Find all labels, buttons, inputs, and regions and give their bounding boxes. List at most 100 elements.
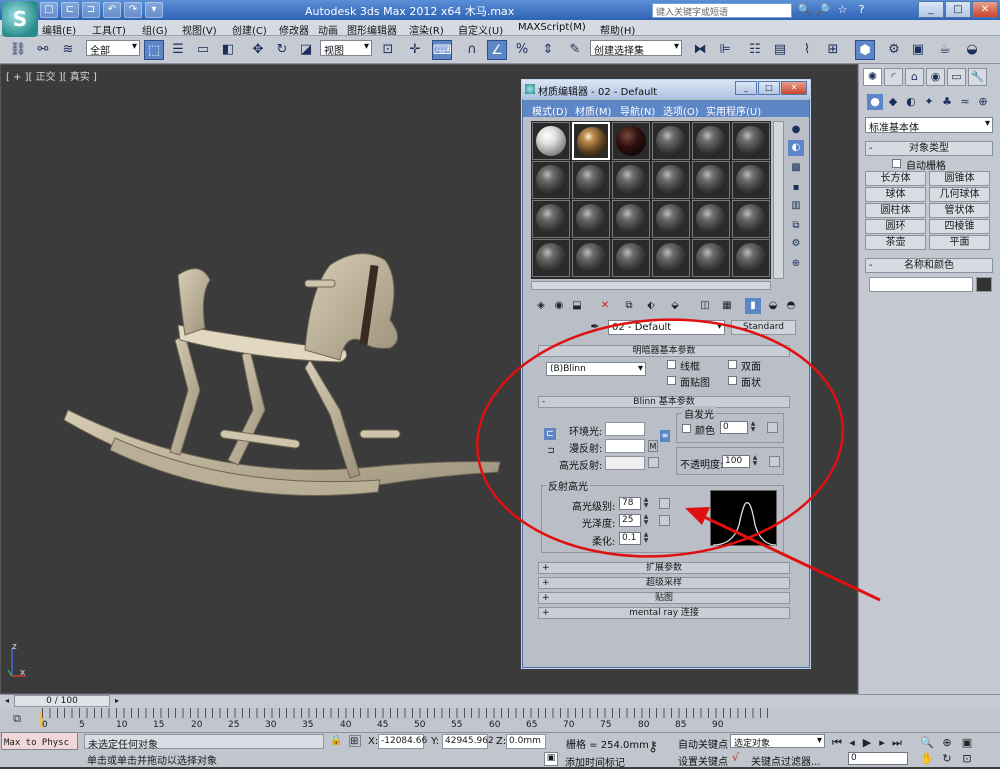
make-preview-icon[interactable]: ⧉ (788, 218, 804, 234)
cylinder-button[interactable]: 圆柱体 (865, 203, 926, 218)
percent-snap-icon[interactable]: % (512, 40, 532, 60)
reference-coord-dropdown[interactable]: 视图 (320, 40, 372, 57)
select-by-name-icon[interactable]: ☰ (168, 40, 188, 60)
time-tag-icon[interactable]: ▣ (544, 752, 558, 766)
geometry-icon[interactable]: ● (867, 94, 883, 110)
sample-slot[interactable] (612, 200, 650, 238)
auto-key-button[interactable]: 自动关键点 (678, 736, 728, 751)
render-setup-icon[interactable]: ⚙ (884, 40, 904, 60)
sample-slot[interactable] (532, 239, 570, 277)
z-coord-field[interactable]: 0.0mm (506, 734, 546, 749)
pan-icon[interactable]: ✋ (918, 751, 936, 767)
helpers-icon[interactable]: ♣ (939, 94, 955, 110)
y-coord-field[interactable]: 42945.962 (442, 734, 494, 749)
menu-customize[interactable]: 自定义(U) (458, 22, 503, 37)
edit-named-selection-icon[interactable]: ✎ (565, 40, 585, 60)
spinner-snap-icon[interactable]: ⇕ (538, 40, 558, 60)
teapot-button[interactable]: 茶壶 (865, 235, 926, 250)
menu-edit[interactable]: 编辑(E) (42, 22, 76, 37)
select-by-material-icon[interactable]: ⊕ (788, 256, 804, 272)
sample-uv-tiling-icon[interactable]: ▪ (788, 180, 804, 196)
named-selection-set-dropdown[interactable]: 创建选择集 (590, 40, 682, 57)
space-warps-icon[interactable]: ≈ (957, 94, 973, 110)
scale-icon[interactable]: ◪ (296, 40, 316, 60)
absolute-mode-icon[interactable]: ⊞ (349, 735, 361, 747)
object-color-swatch[interactable] (976, 277, 992, 292)
hierarchy-tab-icon[interactable]: ⌂ (905, 68, 924, 86)
render-iterative-icon[interactable]: ◒ (962, 40, 982, 60)
key-filters-icon[interactable]: √ (732, 751, 746, 765)
sample-slot[interactable] (732, 161, 770, 199)
me-menu-options[interactable]: 选项(O) (663, 103, 699, 118)
menu-modifiers[interactable]: 修改器 (279, 22, 309, 37)
set-key-icon[interactable]: ⚷ (648, 739, 672, 755)
menu-graph-editors[interactable]: 图形编辑器 (347, 22, 397, 37)
sample-slot[interactable] (572, 200, 610, 238)
display-tab-icon[interactable]: ▭ (947, 68, 966, 86)
sample-slot[interactable] (692, 161, 730, 199)
sample-slot[interactable] (652, 200, 690, 238)
menu-rendering[interactable]: 渲染(R) (409, 22, 444, 37)
backlight-icon[interactable]: ◐ (788, 140, 804, 156)
render-production-icon[interactable]: ☕ (935, 40, 955, 60)
orbit-icon[interactable]: ↻ (938, 751, 956, 767)
menu-help[interactable]: 帮助(H) (600, 22, 635, 37)
modify-tab-icon[interactable]: ◜ (884, 68, 903, 86)
open-file-icon[interactable]: ⊏ (61, 2, 79, 18)
rotate-icon[interactable]: ↻ (272, 40, 292, 60)
schematic-view-icon[interactable]: ⊞ (823, 40, 843, 60)
menu-group[interactable]: 组(G) (142, 22, 168, 37)
options-icon[interactable]: ⚙ (788, 236, 804, 252)
redo-icon[interactable]: ↷ (124, 2, 142, 18)
sample-slot-active[interactable] (572, 122, 610, 160)
object-type-rollout[interactable]: - 对象类型 (865, 141, 993, 156)
select-and-manipulate-icon[interactable]: ✛ (405, 40, 425, 60)
key-selection-dropdown[interactable]: 选定对象 (730, 734, 825, 749)
geosphere-button[interactable]: 几何球体 (929, 187, 990, 202)
sample-slot[interactable] (612, 122, 650, 160)
box-button[interactable]: 长方体 (865, 171, 926, 186)
menu-create[interactable]: 创建(C) (232, 22, 267, 37)
sample-slots-scrollbar[interactable] (773, 121, 784, 279)
search-input[interactable]: 键入关键字或短语 (652, 3, 792, 18)
layer-manager-icon[interactable]: ☷ (745, 40, 765, 60)
sample-slot[interactable] (572, 161, 610, 199)
time-slider-next-icon[interactable]: ▸ (112, 696, 122, 706)
set-key-button[interactable]: 设置关键点 (678, 753, 728, 768)
bind-space-warp-icon[interactable]: ≋ (58, 40, 78, 60)
zoom-icon[interactable]: 🔍 (918, 735, 936, 751)
me-maximize-button[interactable]: □ (758, 81, 780, 95)
sphere-button[interactable]: 球体 (865, 187, 926, 202)
background-icon[interactable]: ▩ (788, 160, 804, 176)
systems-icon[interactable]: ⊕ (975, 94, 991, 110)
rendered-frame-icon[interactable]: ▣ (908, 40, 928, 60)
sample-slot[interactable] (732, 239, 770, 277)
key-filters-button[interactable]: 关键点过滤器... (751, 753, 821, 768)
object-name-field[interactable] (869, 277, 973, 292)
lights-icon[interactable]: ◐ (903, 94, 919, 110)
me-close-button[interactable]: ✕ (781, 81, 807, 95)
me-menu-material[interactable]: 材质(M) (575, 103, 611, 118)
create-tab-icon[interactable]: ✺ (863, 68, 882, 86)
go-to-start-icon[interactable]: ⏮ (830, 735, 844, 751)
autogrid-checkbox[interactable] (892, 159, 901, 168)
window-crossing-icon[interactable]: ◧ (218, 40, 238, 60)
maximize-viewport-icon[interactable]: ⊡ (958, 751, 976, 767)
app-logo-icon[interactable]: S (2, 1, 38, 37)
rocking-horse-model[interactable] (60, 240, 510, 530)
selection-filter-dropdown[interactable]: 全部 (86, 40, 140, 57)
primitive-category-dropdown[interactable]: 标准基本体 (865, 117, 993, 134)
communication-center-icon[interactable]: 🔎 (815, 2, 832, 18)
sample-slots-hscrollbar[interactable] (531, 281, 771, 290)
sample-slot[interactable] (652, 239, 690, 277)
material-editor-icon[interactable]: ⬢ (855, 40, 875, 60)
close-button[interactable]: ✕ (972, 1, 998, 18)
sample-slot[interactable] (532, 122, 570, 160)
minimize-button[interactable]: _ (918, 1, 944, 18)
sample-slot[interactable] (532, 200, 570, 238)
sample-slot[interactable] (572, 239, 610, 277)
maxscript-listener-field[interactable]: Max to Physc (1, 732, 78, 750)
torus-button[interactable]: 圆环 (865, 219, 926, 234)
sample-slot[interactable] (612, 239, 650, 277)
sample-slot[interactable] (692, 239, 730, 277)
